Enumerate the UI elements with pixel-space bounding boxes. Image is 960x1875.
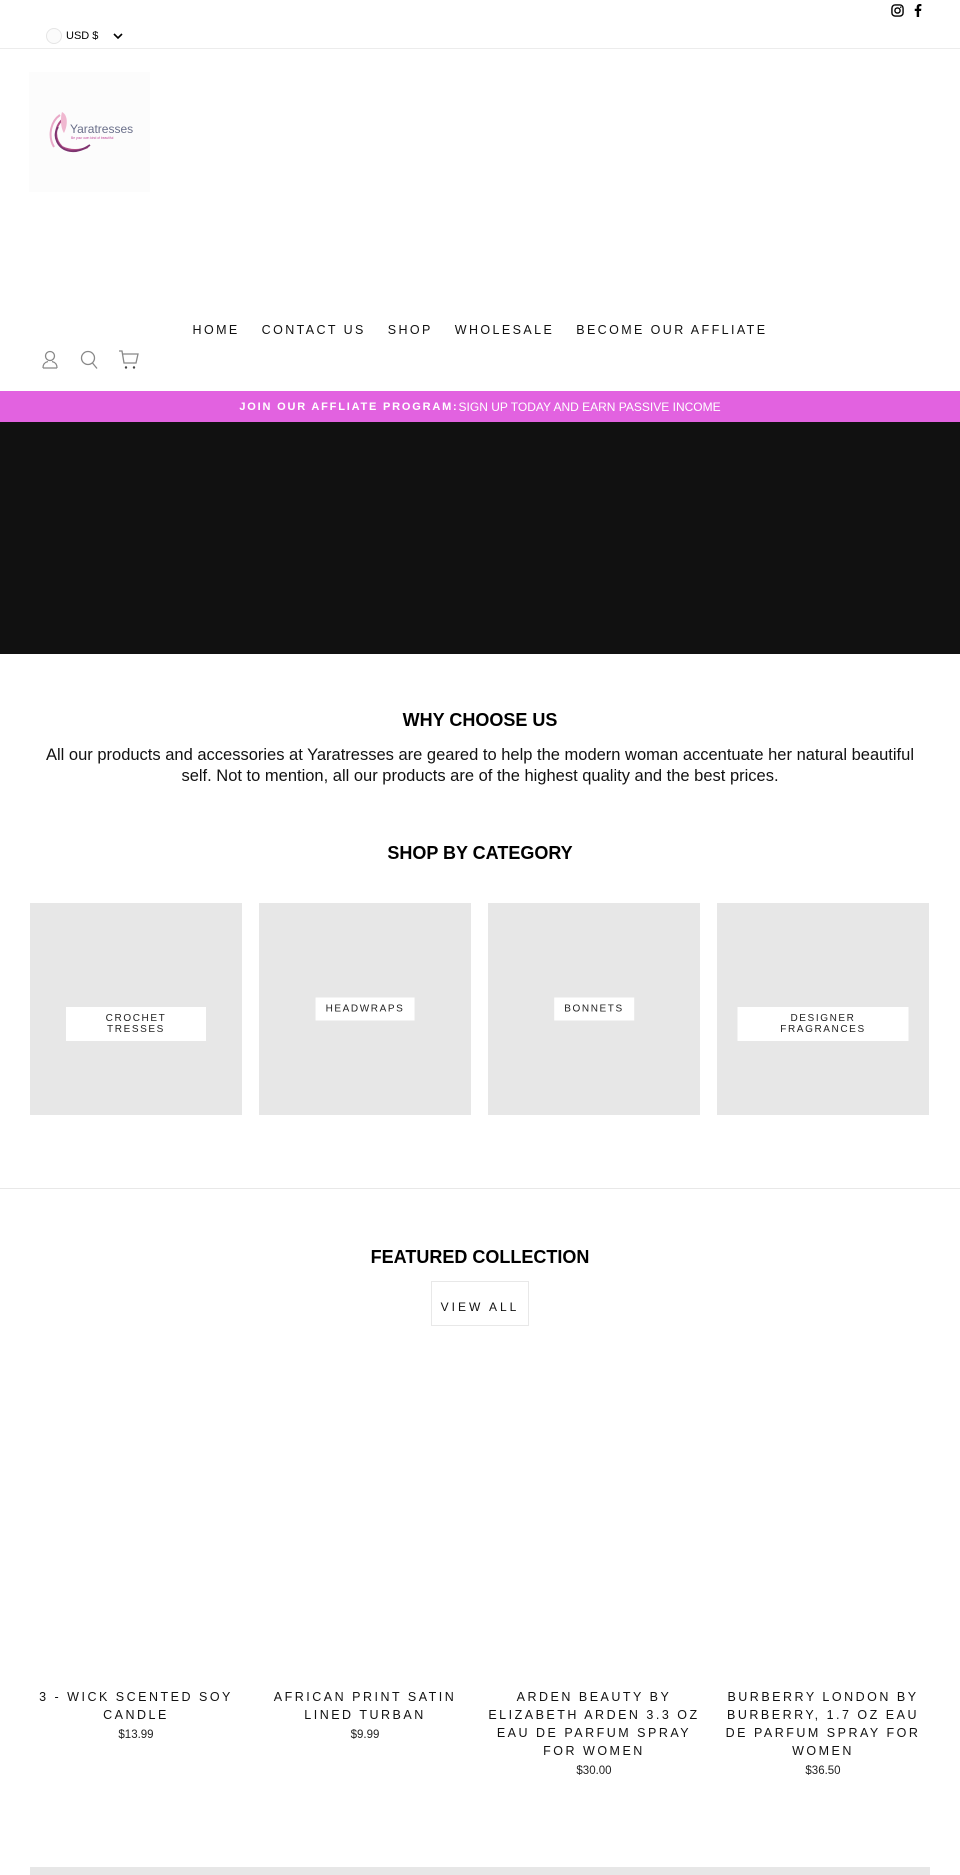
product-price: $9.99	[350, 1729, 380, 1741]
social-links	[891, 4, 922, 17]
product-card[interactable]: AFRICAN PRINT SATIN LINED TURBAN $9.99	[259, 1688, 471, 1777]
footer-placeholder	[30, 1867, 930, 1875]
category-grid: CROCHET TRESSES HEADWRAPS BONNETS DESIGN…	[30, 903, 929, 1115]
nav-wholesale[interactable]: WHOLESALE	[444, 323, 565, 337]
category-card-crochet-tresses[interactable]: CROCHET TRESSES	[30, 903, 242, 1115]
product-name[interactable]: ARDEN BEAUTY BY ELIZABETH ARDEN 3.3 OZ E…	[488, 1688, 700, 1760]
logo-image: Yaratresses Be your own kind of beautifu…	[49, 112, 133, 153]
product-price: $30.00	[576, 1765, 612, 1777]
nav-shop[interactable]: SHOP	[377, 323, 444, 337]
why-choose-us-title: WHY CHOOSE US	[402, 710, 558, 730]
announcement-text: SIGN UP TODAY AND EARN PASSIVE INCOME	[458, 399, 721, 414]
currency-label: USD $	[66, 30, 99, 42]
category-label: CROCHET TRESSES	[66, 1006, 206, 1041]
product-name[interactable]: AFRICAN PRINT SATIN LINED TURBAN	[259, 1688, 471, 1724]
search-icon[interactable]	[79, 349, 99, 371]
shop-by-category-title: SHOP BY CATEGORY	[387, 843, 573, 863]
store-logo[interactable]: Yaratresses Be your own kind of beautifu…	[29, 72, 150, 192]
product-card[interactable]: BURBERRY LONDON BY BURBERRY, 1.7 OZ EAU …	[717, 1688, 929, 1777]
nav-become-affiliate[interactable]: BECOME OUR AFFLIATE	[565, 323, 778, 337]
cart-icon[interactable]	[118, 349, 139, 371]
facebook-icon[interactable]	[914, 4, 922, 17]
featured-collection-title: FEATURED COLLECTION	[370, 1247, 590, 1267]
nav-contact-us[interactable]: CONTACT US	[251, 323, 377, 337]
category-card-designer-fragrances[interactable]: DESIGNER FRAGRANCES	[717, 903, 929, 1115]
category-label: BONNETS	[554, 997, 634, 1021]
category-card-bonnets[interactable]: BONNETS	[488, 903, 700, 1115]
hero-banner	[0, 422, 960, 654]
view-all-button[interactable]: VIEW ALL	[431, 1281, 529, 1326]
category-label: HEADWRAPS	[315, 997, 415, 1021]
header-icons	[40, 349, 139, 371]
main-nav: HOME CONTACT US SHOP WHOLESALE BECOME OU…	[0, 323, 960, 337]
product-name[interactable]: 3 - WICK SCENTED SOY CANDLE	[30, 1688, 242, 1724]
section-divider	[0, 1188, 960, 1189]
category-card-headwraps[interactable]: HEADWRAPS	[259, 903, 471, 1115]
announcement-bold: JOIN OUR AFFLIATE PROGRAM:	[239, 400, 459, 413]
utility-bar: USD $	[0, 0, 960, 49]
why-choose-us-text: All our products and accessories at Yara…	[46, 746, 914, 785]
svg-text:Be your own kind of beautiful: Be your own kind of beautiful	[71, 136, 114, 140]
currency-flag-icon	[46, 28, 62, 44]
account-icon[interactable]	[40, 349, 60, 371]
product-price: $36.50	[805, 1765, 841, 1777]
currency-selector[interactable]: USD $	[46, 28, 124, 44]
category-label: DESIGNER FRAGRANCES	[737, 1006, 909, 1041]
product-name[interactable]: BURBERRY LONDON BY BURBERRY, 1.7 OZ EAU …	[717, 1688, 929, 1760]
instagram-icon[interactable]	[891, 4, 904, 17]
product-card[interactable]: ARDEN BEAUTY BY ELIZABETH ARDEN 3.3 OZ E…	[488, 1688, 700, 1777]
product-card[interactable]: 3 - WICK SCENTED SOY CANDLE $13.99	[30, 1688, 242, 1777]
svg-text:Yaratresses: Yaratresses	[70, 122, 133, 136]
product-grid: 3 - WICK SCENTED SOY CANDLE $13.99 AFRIC…	[30, 1688, 929, 1777]
product-price: $13.99	[118, 1729, 154, 1741]
chevron-down-icon	[113, 33, 123, 40]
announcement-bar[interactable]: JOIN OUR AFFLIATE PROGRAM: SIGN UP TODAY…	[0, 391, 960, 422]
nav-home[interactable]: HOME	[182, 323, 251, 337]
